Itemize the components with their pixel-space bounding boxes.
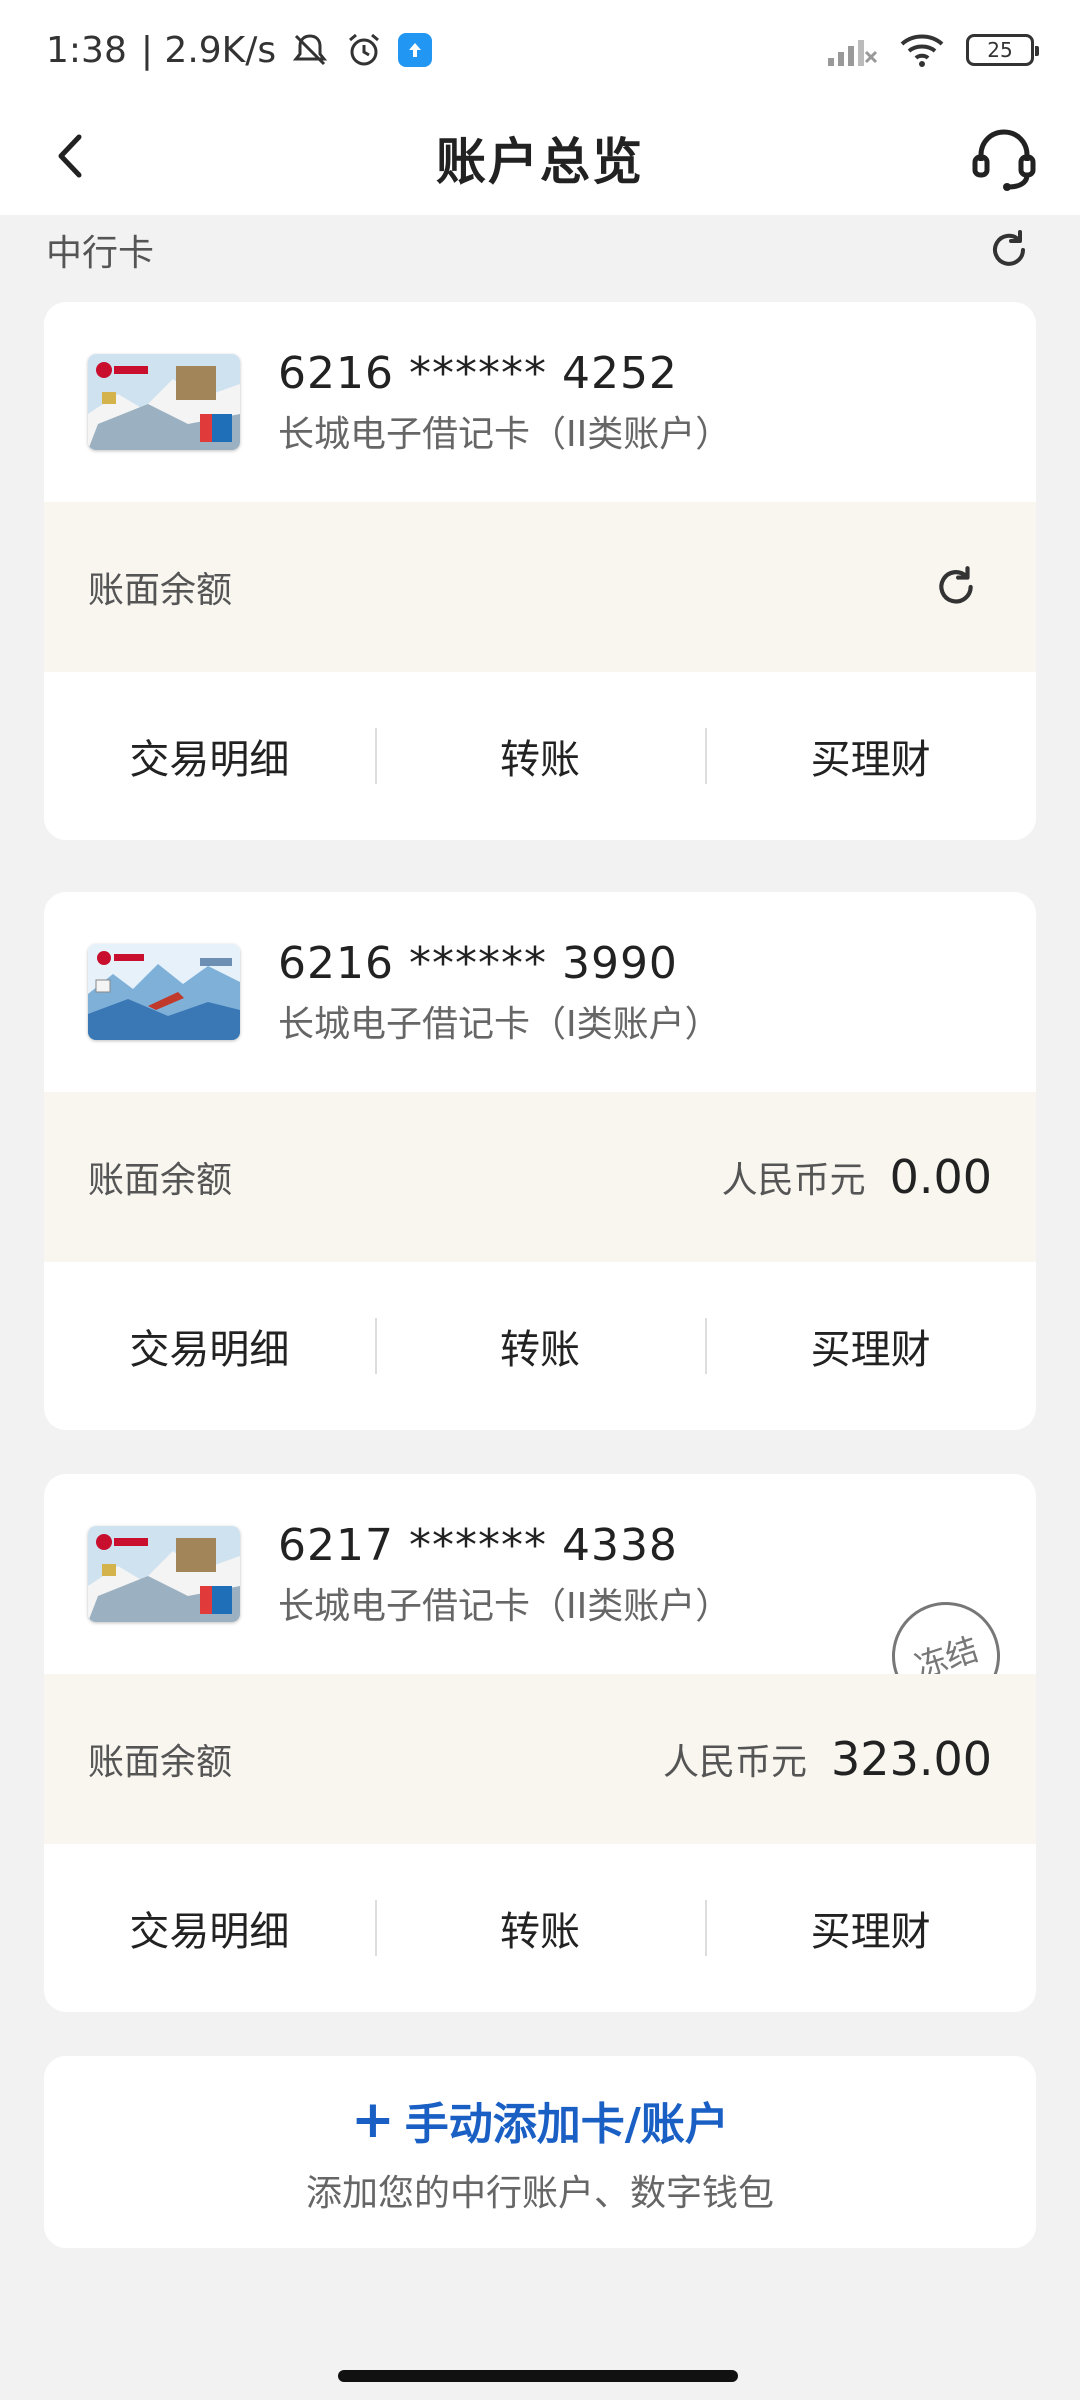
refresh-button[interactable]	[984, 225, 1034, 275]
wifi-icon	[898, 32, 946, 68]
card-number: 6217 ****** 4338	[278, 1519, 678, 1571]
status-right: 25	[826, 32, 1039, 68]
card-header: 6216 ****** 3990 长城电子借记卡（I类账户）	[44, 892, 1036, 1092]
card-thumbnail	[88, 944, 240, 1040]
status-time: 1:38	[46, 29, 127, 71]
account-card[interactable]: 6216 ****** 4252 长城电子借记卡（II类账户） 账面余额 交易明…	[44, 302, 1036, 840]
status-bar: 1:38 | 2.9K/s 25	[0, 0, 1080, 100]
buy-wealth-button[interactable]: 买理财	[705, 1844, 1036, 2012]
back-button[interactable]	[40, 126, 100, 186]
card-number: 6216 ****** 4252	[278, 347, 678, 399]
card-actions: 交易明细 转账 买理财	[44, 1844, 1036, 2012]
mute-icon	[290, 30, 330, 70]
card-thumbnail	[88, 1526, 240, 1622]
add-account-subtitle: 添加您的中行账户、数字钱包	[305, 2173, 774, 2214]
alarm-icon	[344, 30, 384, 70]
status-left: 1:38 | 2.9K/s	[46, 29, 433, 71]
card-header: 6217 ****** 4338 长城电子借记卡（II类账户） 冻结	[44, 1474, 1036, 1725]
card-info: 6216 ****** 4252 长城电子借记卡（II类账户）	[278, 348, 731, 457]
back-arrow-icon	[58, 134, 82, 178]
refresh-icon	[993, 230, 1025, 266]
balance-value: 人民币元 323.00	[663, 1732, 992, 1786]
balance-label: 账面余额	[88, 1160, 233, 1201]
add-account-title: + 手动添加卡/账户	[351, 2088, 729, 2152]
card-actions: 交易明细 转账 买理财	[44, 1262, 1036, 1430]
buy-wealth-button[interactable]: 买理财	[705, 1262, 1036, 1430]
plus-icon: +	[351, 2090, 395, 2150]
card-info: 6217 ****** 4338 长城电子借记卡（II类账户）	[278, 1520, 731, 1629]
buy-wealth-button[interactable]: 买理财	[705, 672, 1036, 840]
account-card[interactable]: 6216 ****** 3990 长城电子借记卡（I类账户） 账面余额 人民币元…	[44, 892, 1036, 1430]
card-type: 长城电子借记卡（II类账户）	[278, 1585, 732, 1627]
page-title: 账户总览	[436, 132, 644, 191]
transaction-details-button[interactable]: 交易明细	[44, 672, 375, 840]
account-card[interactable]: 6217 ****** 4338 长城电子借记卡（II类账户） 冻结 账面余额 …	[44, 1474, 1036, 2012]
customer-service-headset-icon	[972, 129, 1036, 191]
balance-amount: 323.00	[831, 1732, 992, 1786]
add-account-label: 手动添加卡/账户	[404, 2099, 729, 2150]
currency-label: 人民币元	[721, 1160, 866, 1201]
balance-label: 账面余额	[88, 570, 233, 611]
balance-refresh-button[interactable]	[928, 559, 984, 615]
customer-service-button[interactable]	[964, 118, 1044, 198]
currency-label: 人民币元	[663, 1742, 808, 1783]
signal-icon	[826, 32, 878, 68]
refresh-icon	[939, 566, 973, 604]
add-account-button[interactable]: + 手动添加卡/账户 添加您的中行账户、数字钱包	[44, 2056, 1036, 2248]
section-header: 中行卡	[0, 215, 1080, 285]
transfer-button[interactable]: 转账	[374, 1262, 706, 1430]
balance-row: 账面余额 人民币元 323.00	[44, 1674, 1036, 1844]
battery-icon: 25	[966, 34, 1039, 66]
balance-row: 账面余额	[44, 502, 1036, 672]
card-info: 6216 ****** 3990 长城电子借记卡（I类账户）	[278, 938, 721, 1047]
nav-bar: 账户总览	[0, 100, 1080, 215]
status-network-speed: | 2.9K/s	[140, 29, 277, 71]
section-title: 中行卡	[46, 233, 155, 274]
transaction-details-button[interactable]: 交易明细	[44, 1262, 375, 1430]
card-header: 6216 ****** 4252 长城电子借记卡（II类账户）	[44, 302, 1036, 502]
card-number: 6216 ****** 3990	[278, 937, 678, 989]
card-actions: 交易明细 转账 买理财	[44, 672, 1036, 840]
card-type: 长城电子借记卡（I类账户）	[278, 1003, 721, 1045]
balance-amount: 0.00	[889, 1150, 992, 1204]
balance-row: 账面余额 人民币元 0.00	[44, 1092, 1036, 1262]
transaction-details-button[interactable]: 交易明细	[44, 1844, 375, 2012]
balance-value: 人民币元 0.00	[722, 1150, 992, 1204]
balance-label: 账面余额	[88, 1742, 233, 1783]
card-type: 长城电子借记卡（II类账户）	[278, 413, 732, 455]
transfer-button[interactable]: 转账	[374, 672, 706, 840]
home-indicator[interactable]	[338, 2370, 738, 2382]
balance-value	[928, 559, 992, 615]
app-notification-icon	[398, 33, 433, 67]
transfer-button[interactable]: 转账	[374, 1844, 706, 2012]
card-thumbnail	[88, 354, 240, 450]
